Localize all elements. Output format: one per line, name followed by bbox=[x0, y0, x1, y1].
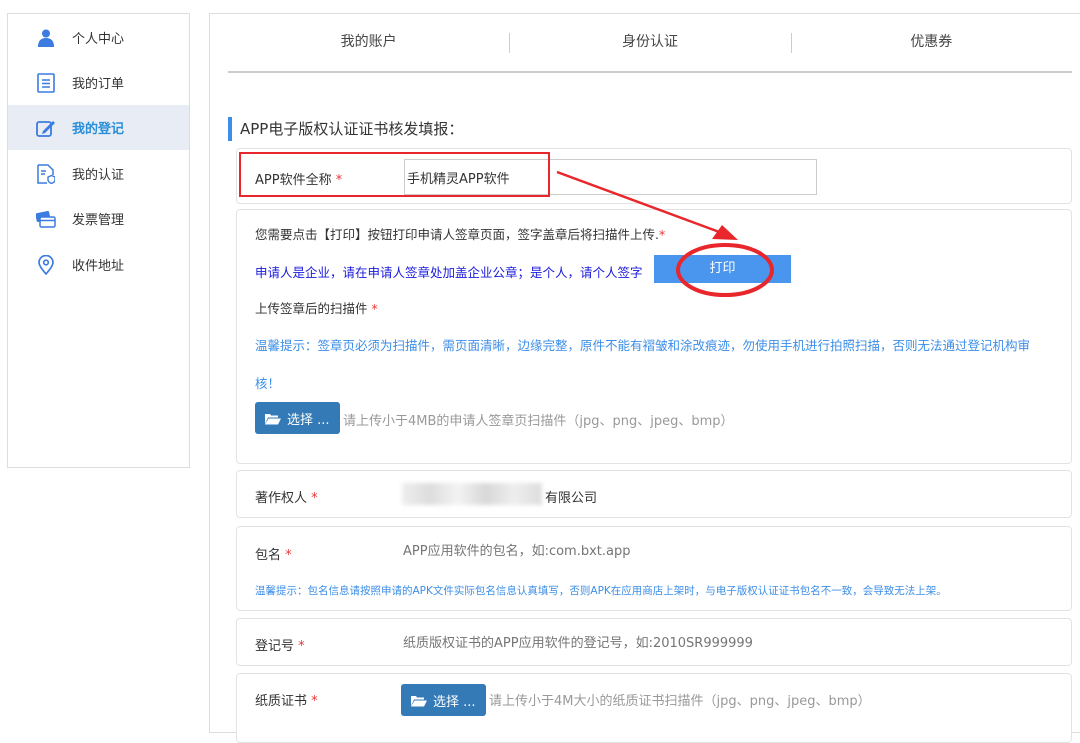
print-button[interactable]: 打印 bbox=[654, 255, 791, 283]
button-label: 选择 ... bbox=[287, 409, 330, 428]
sidebar-item-label: 个人中心 bbox=[72, 28, 124, 47]
package-card: 包名 * 温馨提示：包名信息请按照申请的APK文件实际包名信息认真填写，否则AP… bbox=[236, 526, 1072, 611]
redacted-value bbox=[402, 483, 542, 505]
sidebar-item-label: 我的登记 bbox=[72, 118, 124, 137]
location-icon bbox=[36, 255, 56, 275]
folder-open-icon bbox=[411, 694, 427, 707]
folder-open-icon bbox=[265, 412, 281, 425]
sidebar-item-registrations[interactable]: 我的登记 bbox=[8, 105, 189, 150]
required-mark: * bbox=[311, 694, 318, 709]
document-icon bbox=[36, 73, 56, 93]
owner-value: 有限公司 bbox=[545, 487, 597, 506]
sidebar-item-label: 收件地址 bbox=[72, 255, 124, 274]
paper-cert-hint: 请上传小于4M大小的纸质证书扫描件（jpg、png、jpeg、bmp） bbox=[489, 690, 871, 709]
sidebar-item-label: 我的订单 bbox=[72, 73, 124, 92]
button-label: 选择 ... bbox=[433, 691, 476, 710]
tab-identity-verification[interactable]: 身份认证 bbox=[509, 13, 790, 71]
upload-hint: 请上传小于4MB的申请人签章页扫描件（jpg、png、jpeg、bmp） bbox=[343, 410, 734, 429]
owner-label: 著作权人 * bbox=[255, 487, 318, 506]
required-mark: * bbox=[298, 639, 305, 654]
label-text: 包名 bbox=[255, 548, 281, 563]
annotation-box bbox=[239, 152, 550, 197]
registration-label: 登记号 * bbox=[255, 635, 305, 654]
tab-my-account[interactable]: 我的账户 bbox=[228, 13, 509, 71]
sidebar: 个人中心 我的订单 我的登记 我的认证 发票管理 收件地址 bbox=[7, 13, 190, 468]
registration-input[interactable] bbox=[397, 627, 897, 659]
package-label: 包名 * bbox=[255, 544, 292, 563]
label-text: 登记号 bbox=[255, 639, 294, 654]
edit-icon bbox=[36, 118, 56, 138]
sign-tip: 温馨提示：签章页必须为扫描件，需页面清晰，边缘完整，原件不能有褶皱和涂改痕迹，勿… bbox=[255, 335, 1030, 354]
label-text: 上传签章后的扫描件 bbox=[255, 301, 368, 316]
upload-label: 上传签章后的扫描件 * bbox=[255, 298, 378, 317]
sidebar-item-invoices[interactable]: 发票管理 bbox=[8, 196, 189, 241]
signature-card: 您需要点击【打印】按钮打印申请人签章页面，签字盖章后将扫描件上传.* 申请人是企… bbox=[236, 209, 1072, 464]
sidebar-item-certifications[interactable]: 我的认证 bbox=[8, 151, 189, 196]
required-mark: * bbox=[311, 491, 318, 506]
required-mark: * bbox=[285, 548, 292, 563]
sidebar-item-orders[interactable]: 我的订单 bbox=[8, 60, 189, 105]
sidebar-item-personal-center[interactable]: 个人中心 bbox=[8, 15, 189, 60]
tab-coupons[interactable]: 优惠券 bbox=[791, 13, 1072, 71]
instruction-text: 您需要点击【打印】按钮打印申请人签章页面，签字盖章后将扫描件上传. bbox=[255, 227, 659, 242]
package-input[interactable] bbox=[397, 535, 897, 567]
sidebar-item-address[interactable]: 收件地址 bbox=[8, 242, 189, 287]
paper-cert-card: 纸质证书 * 选择 ... 请上传小于4M大小的纸质证书扫描件（jpg、png、… bbox=[236, 673, 1072, 743]
sidebar-item-label: 我的认证 bbox=[72, 164, 124, 183]
label-text: 纸质证书 bbox=[255, 694, 307, 709]
label-text: 著作权人 bbox=[255, 491, 307, 506]
paper-cert-choose-button[interactable]: 选择 ... bbox=[401, 684, 486, 716]
paper-cert-label: 纸质证书 * bbox=[255, 690, 318, 709]
sign-note: 申请人是企业，请在申请人签章处加盖企业公章；是个人，请个人签字 bbox=[255, 262, 643, 281]
form-title: APP电子版权认证证书核发填报： bbox=[228, 117, 463, 141]
package-tip: 温馨提示：包名信息请按照申请的APK文件实际包名信息认真填写，否则APK在应用商… bbox=[255, 583, 947, 598]
user-icon bbox=[36, 28, 56, 48]
required-mark: * bbox=[659, 227, 665, 242]
owner-card: 著作权人 * 有限公司 bbox=[236, 470, 1072, 518]
choose-file-button[interactable]: 选择 ... bbox=[255, 402, 340, 434]
certificate-icon bbox=[36, 164, 56, 184]
sign-instruction: 您需要点击【打印】按钮打印申请人签章页面，签字盖章后将扫描件上传.* bbox=[255, 224, 665, 243]
sidebar-item-label: 发票管理 bbox=[72, 209, 124, 228]
tab-bar: 我的账户 身份认证 优惠券 bbox=[228, 13, 1072, 73]
sign-tip-continued: 核！ bbox=[255, 373, 280, 392]
registration-card: 登记号 * bbox=[236, 618, 1072, 666]
card-icon bbox=[36, 209, 56, 229]
